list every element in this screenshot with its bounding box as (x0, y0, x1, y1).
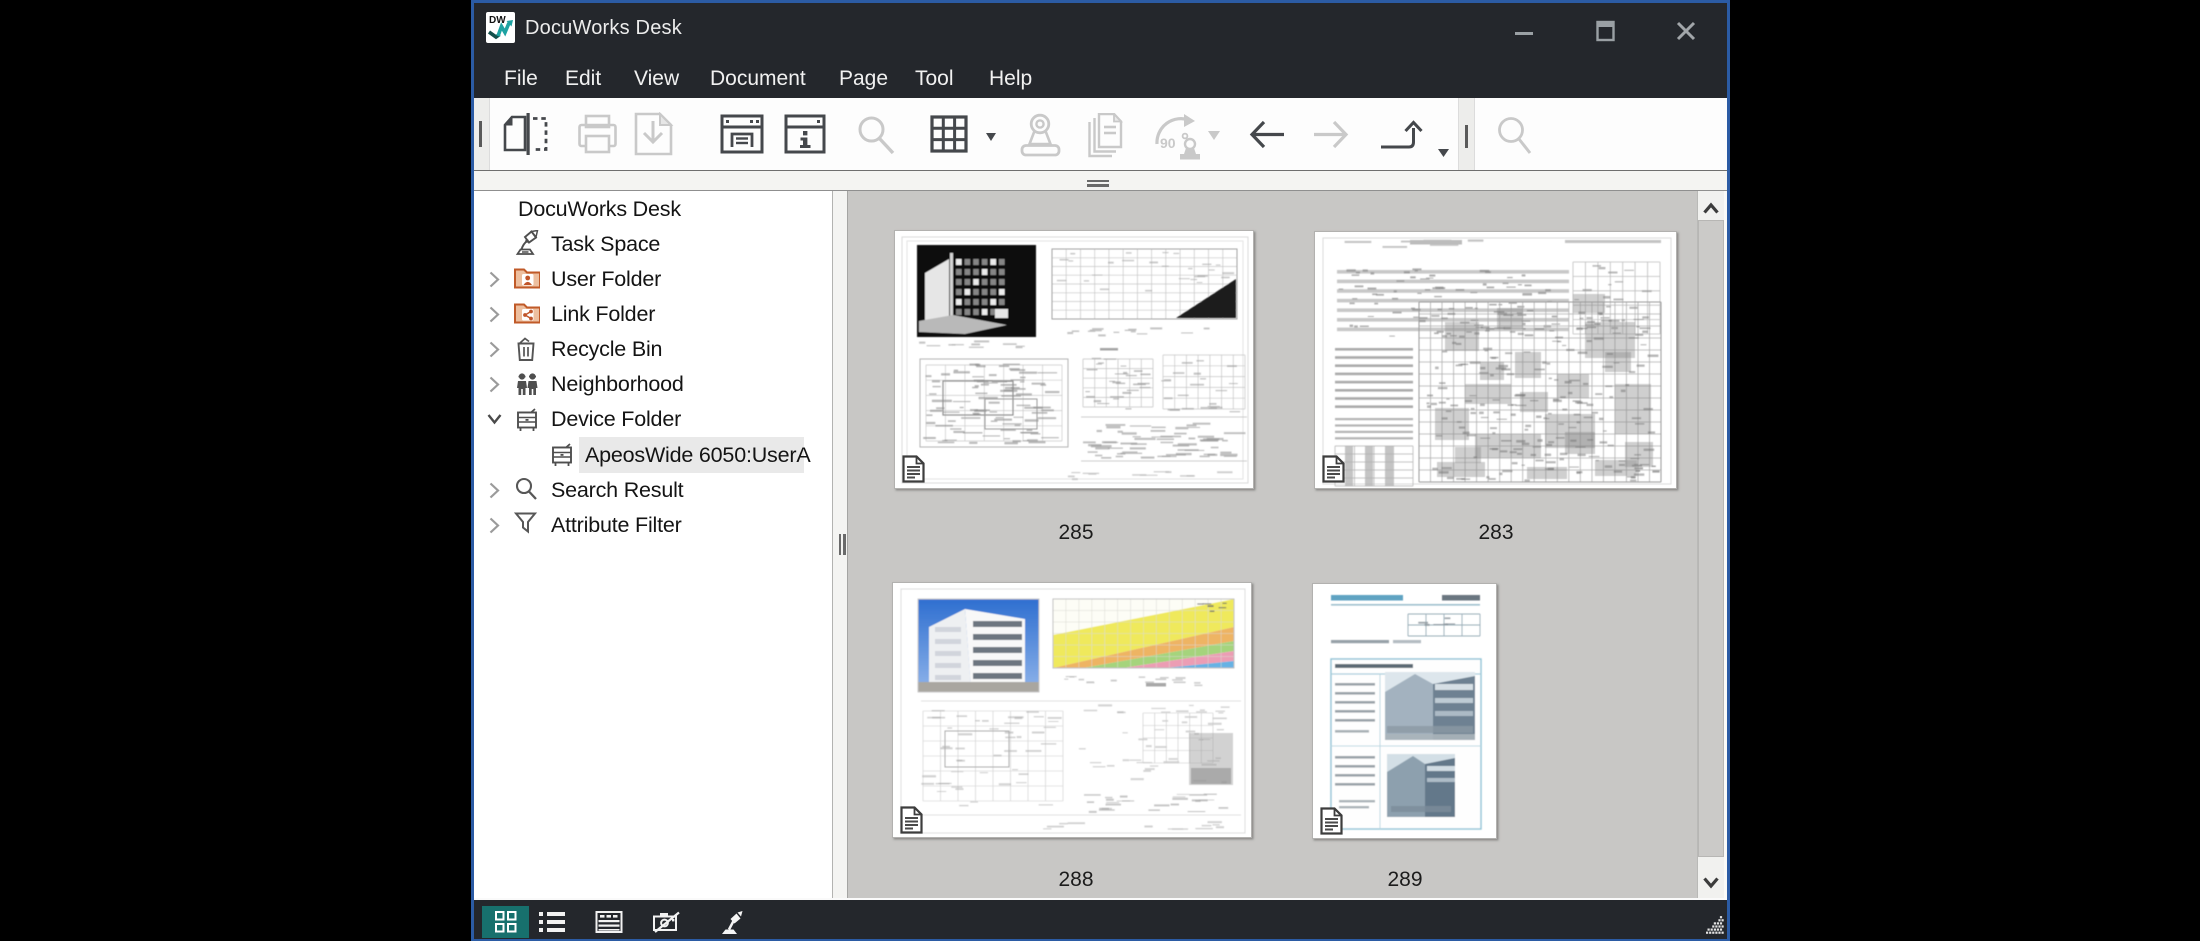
svg-text:90: 90 (1160, 135, 1176, 151)
svg-text:DW: DW (489, 15, 506, 26)
